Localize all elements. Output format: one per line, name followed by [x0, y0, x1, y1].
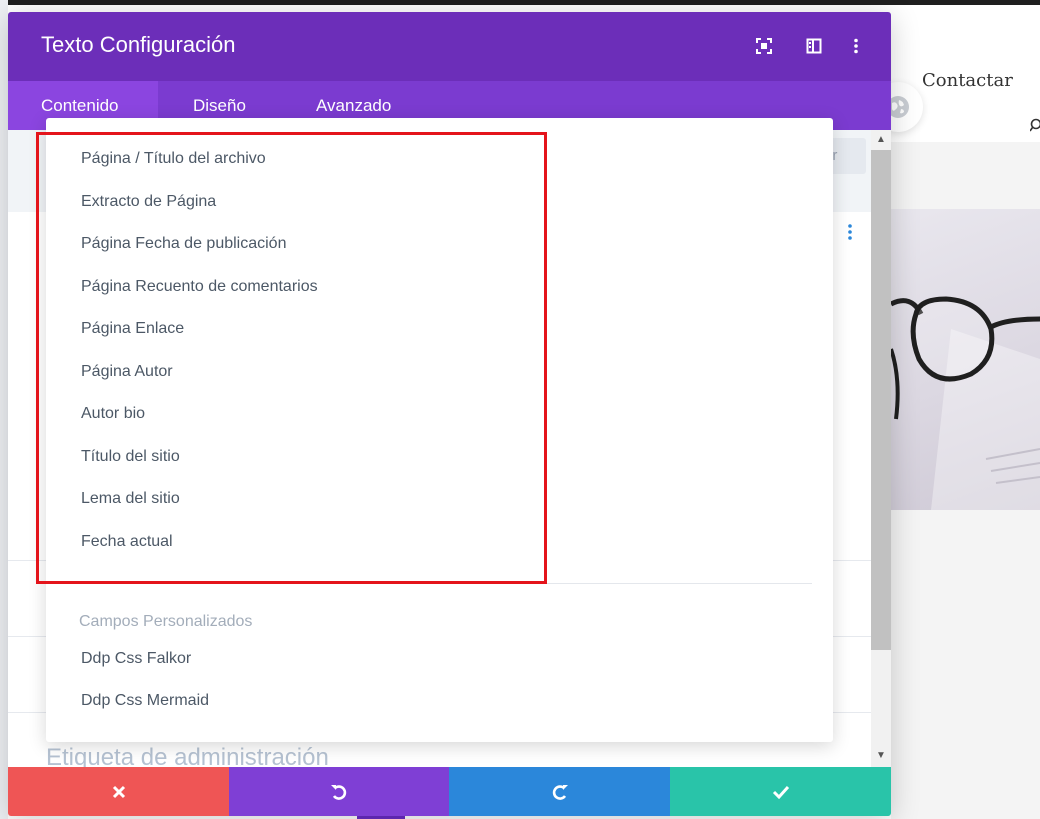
- scrollbar-thumb[interactable]: [871, 150, 891, 650]
- page-left-edge: [0, 0, 8, 819]
- redo-icon: [552, 784, 568, 800]
- dropdown-item-css-falkor[interactable]: Ddp Css Falkor: [81, 650, 191, 668]
- sidebar-layout-icon[interactable]: [806, 38, 822, 54]
- nav-link-contactar[interactable]: Contactar: [922, 70, 1013, 91]
- scroll-down-arrow[interactable]: ▼: [876, 750, 886, 761]
- more-options-icon[interactable]: [848, 38, 864, 54]
- modal-footer: [8, 767, 891, 816]
- scroll-up-arrow[interactable]: ▲: [876, 134, 886, 145]
- search-icon[interactable]: [1030, 118, 1040, 132]
- undo-button[interactable]: [229, 767, 449, 816]
- modal-header[interactable]: Texto Configuración: [8, 12, 891, 81]
- dropdown-item-css-mermaid[interactable]: Ddp Css Mermaid: [81, 692, 209, 710]
- close-icon: [112, 785, 125, 798]
- field-options-icon[interactable]: [848, 224, 852, 240]
- highlight-annotation-box: [36, 132, 547, 584]
- eyeglasses-image: [891, 296, 1040, 510]
- glasses-photo: [891, 209, 1040, 510]
- modal-title: Texto Configuración: [41, 32, 236, 57]
- undo-icon: [331, 784, 347, 800]
- custom-fields-heading: Campos Personalizados: [79, 613, 253, 630]
- redo-button[interactable]: [449, 767, 670, 816]
- discard-button[interactable]: [8, 767, 229, 816]
- save-button[interactable]: [670, 767, 891, 816]
- fullscreen-icon[interactable]: [756, 38, 772, 54]
- check-icon: [772, 785, 789, 799]
- top-strip: [0, 0, 1040, 5]
